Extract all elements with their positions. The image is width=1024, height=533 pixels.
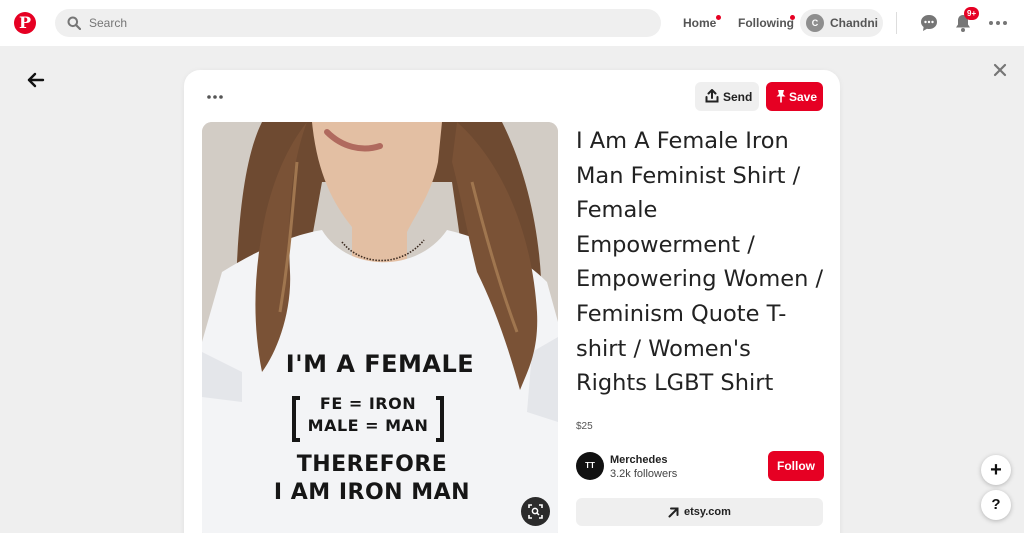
pin-image[interactable]: I'M A FEMALE FE = IRON MALE = MAN THEREF…: [202, 122, 558, 533]
shirt-text-line: I'M A FEMALE: [285, 350, 475, 378]
search-bar[interactable]: [55, 9, 661, 37]
profile-name: Chandni: [830, 16, 878, 30]
shirt-text-line: FE = IRON: [319, 394, 417, 413]
messages-icon[interactable]: [918, 12, 940, 34]
send-button[interactable]: Send: [695, 82, 759, 111]
logo-letter: P: [18, 13, 32, 32]
shirt-text-line: THEREFORE: [296, 452, 448, 477]
search-input[interactable]: [89, 9, 649, 37]
pin-more-options-icon[interactable]: [204, 86, 226, 108]
create-plus-button[interactable]: +: [981, 455, 1011, 485]
lens-icon: [528, 504, 543, 519]
creator-avatar[interactable]: TT: [576, 452, 604, 480]
avatar: C: [806, 14, 824, 32]
save-label: Save: [789, 90, 818, 104]
more-options-icon[interactable]: [987, 12, 1009, 34]
creator-followers: 3.2k followers: [610, 468, 678, 480]
close-icon[interactable]: [992, 62, 1008, 78]
creator-avatar-text: TT: [585, 461, 595, 470]
search-icon: [67, 16, 81, 30]
send-label: Send: [723, 90, 753, 104]
top-navigation-bar: P Home Following C Chandni 9+: [0, 0, 1024, 46]
follow-button[interactable]: Follow: [768, 451, 824, 481]
home-update-dot: [716, 15, 721, 20]
pin-title: I Am A Female Iron Man Feminist Shirt / …: [576, 128, 824, 397]
share-icon: [705, 89, 719, 103]
pushpin-icon: [776, 90, 786, 103]
source-link-button[interactable]: etsy.com: [576, 498, 823, 526]
help-button[interactable]: ?: [981, 490, 1011, 520]
back-arrow-icon[interactable]: [26, 70, 46, 90]
profile-button[interactable]: C Chandni: [800, 9, 883, 37]
notification-badge: 9+: [964, 7, 980, 20]
save-button[interactable]: Save: [766, 82, 823, 111]
external-link-arrow-icon: [668, 507, 679, 518]
pin-price: $25: [576, 421, 593, 432]
creator-name[interactable]: Merchedes: [610, 454, 667, 466]
shirt-text-line: MALE = MAN: [307, 416, 429, 435]
nav-following-link[interactable]: Following: [738, 16, 794, 30]
following-update-dot: [790, 15, 795, 20]
divider: [896, 12, 897, 34]
pinterest-logo-icon[interactable]: P: [14, 12, 36, 34]
visual-search-button[interactable]: [521, 497, 550, 526]
source-link-label: etsy.com: [684, 506, 731, 518]
nav-home-link[interactable]: Home: [683, 16, 716, 30]
shirt-text-line: I AM IRON MAN: [273, 480, 471, 505]
